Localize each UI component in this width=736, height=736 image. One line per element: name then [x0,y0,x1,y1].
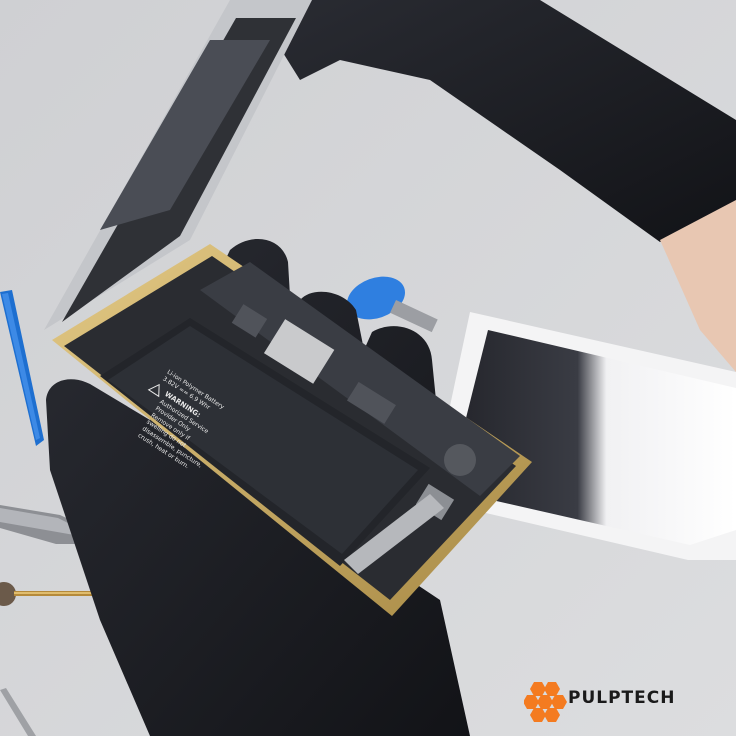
brand-name: PULPTECH [568,688,676,708]
brand-logo: PULPTECH [524,680,720,724]
photo-scene: Li-ion Polymer Battery 3.82V == 6.9 Whr … [0,0,736,736]
phone-repair-photo: Li-ion Polymer Battery 3.82V == 6.9 Whr … [0,0,736,736]
